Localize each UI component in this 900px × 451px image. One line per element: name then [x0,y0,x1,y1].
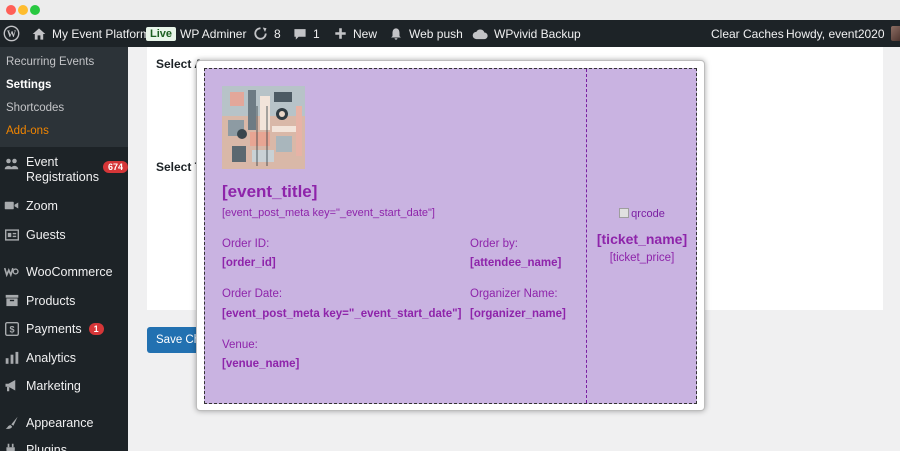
comments-count: 1 [313,26,320,41]
sidebar-item-label: Guests [26,227,66,242]
admin-bar: W My Event Platform Live WP Adminer 8 1 … [0,20,900,47]
organizer-value: [organizer_name] [470,308,566,320]
wpvivid-backup-link[interactable]: WPvivid Backup [472,20,581,47]
browser-chrome [0,0,900,20]
submenu-settings[interactable]: Settings [6,79,51,91]
new-content-link[interactable]: New [334,20,377,47]
home-icon [32,27,46,40]
clear-caches-link[interactable]: Clear Caches [711,20,784,47]
registrations-count-badge: 674 [103,161,129,173]
order-date-label: Order Date: [222,288,283,300]
venue-value: [venue_name] [222,358,300,370]
ticket-price: [ticket_price] [609,252,675,264]
venue-label: Venue: [222,339,258,351]
events-submenu: Recurring Events Settings Shortcodes Add… [0,47,128,147]
sidebar-item-analytics[interactable]: Analytics [0,350,128,365]
window-close-button[interactable] [6,5,16,15]
event-date-meta: [event_post_meta key="_event_start_date"… [222,207,435,219]
groups-icon [4,156,19,171]
ticket-preview-modal: [event_title] [event_post_meta key="_eve… [196,60,705,411]
web-push-link[interactable]: Web push [389,20,463,47]
chart-icon [4,350,19,365]
ticket-stub-divider [586,69,587,403]
sidebar-item-zoom[interactable]: Zoom [0,198,128,213]
order-by-value: [attendee_name] [470,257,562,269]
howdy-text: Howdy, event2020 [786,26,885,41]
sidebar-item-label: Products [26,293,76,308]
sidebar-item-marketing[interactable]: Marketing [0,378,128,393]
live-badge[interactable]: Live [146,20,177,47]
svg-text:$: $ [9,324,14,334]
sidebar-item-label: Plugins [26,442,67,451]
sidebar-item-label: Zoom [26,198,58,213]
qrcode-alt-text: qrcode [631,208,665,220]
sidebar-item-label: Marketing [26,378,81,393]
order-by-label: Order by: [470,238,518,250]
submenu-recurring-events[interactable]: Recurring Events [6,56,94,68]
payments-count-badge: 1 [88,322,104,335]
comment-icon [294,28,306,40]
sidebar-item-plugins[interactable]: Plugins [0,442,128,451]
qrcode-image: qrcode [588,208,696,220]
sidebar-item-label: Analytics [26,350,77,365]
site-name-link[interactable]: My Event Platform [32,20,150,47]
payments-icon: $ [4,321,19,336]
brush-icon [4,415,19,430]
updates-link[interactable]: 8 [253,20,281,47]
updates-count: 8 [274,26,281,41]
wordpress-logo-icon[interactable]: W [3,20,20,47]
order-id-label: Order ID: [222,238,270,250]
sidebar-item-guests[interactable]: Guests [0,227,128,242]
organizer-label: Organizer Name: [470,288,558,300]
sidebar-item-payments[interactable]: $ Payments 1 [0,321,128,336]
ticket-template: [event_title] [event_post_meta key="_eve… [204,68,697,404]
submenu-shortcodes[interactable]: Shortcodes [6,102,64,114]
comments-link[interactable]: 1 [293,20,320,47]
order-id-value: [order_id] [222,257,276,269]
order-date-value: [event_post_meta key="_event_start_date"… [222,308,462,320]
submenu-add-ons[interactable]: Add-ons [6,125,49,137]
wp-adminer-link[interactable]: WP Adminer [180,20,246,47]
ticket-stub: qrcode [ticket_name] [ticket_price] [588,69,696,403]
sidebar-item-products[interactable]: Products [0,293,128,308]
avatar [890,26,900,41]
sidebar-item-label: WooCommerce [26,264,113,279]
ticket-name: [ticket_name] [596,231,688,247]
account-menu[interactable]: Howdy, event2020 [786,20,900,47]
bell-icon [391,27,401,40]
sidebar-item-label: Payments [26,321,82,336]
id-card-icon [4,227,19,242]
sidebar-item-appearance[interactable]: Appearance [0,415,128,430]
sidebar-item-event-registrations[interactable]: Event Registrations 674 [0,155,129,185]
plus-icon [335,28,346,39]
svg-text:W: W [7,30,17,40]
video-icon [4,198,19,213]
event-image [222,86,305,169]
sidebar-item-woocommerce[interactable]: WooCommerce [0,264,128,279]
megaphone-icon [4,378,19,393]
plug-icon [4,442,19,451]
window-minimize-button[interactable] [18,5,28,15]
sidebar-item-label: Event Registrations [26,155,99,184]
window-zoom-button[interactable] [30,5,40,15]
site-name: My Event Platform [52,26,151,41]
admin-sidebar: Recurring Events Settings Shortcodes Add… [0,47,129,451]
archive-icon [4,293,19,308]
updates-icon [254,27,267,40]
event-title: [event_title] [222,182,318,201]
woocommerce-icon [4,264,19,279]
broken-image-icon [619,208,630,218]
cloud-icon [472,29,488,39]
sidebar-item-label: Appearance [26,415,94,430]
